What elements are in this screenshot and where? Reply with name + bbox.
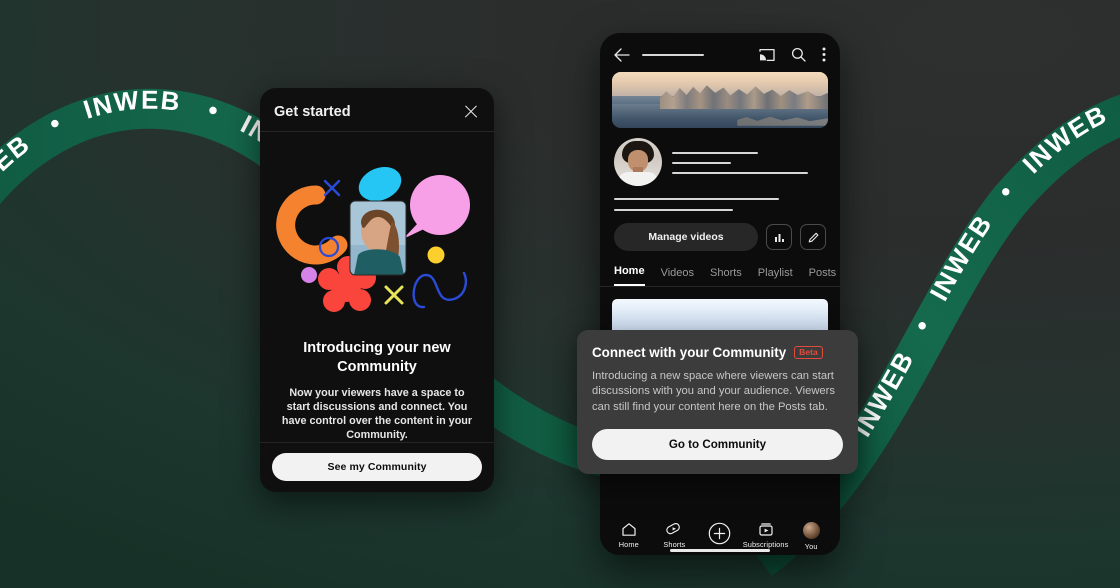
cyan-blob-shape bbox=[358, 167, 402, 201]
ribbon-word: INWEB bbox=[924, 209, 999, 306]
blue-x-shape bbox=[323, 179, 341, 197]
go-to-community-button[interactable]: Go to Community bbox=[592, 429, 843, 461]
nav-label-home: Home bbox=[618, 540, 639, 549]
nav-label-you: You bbox=[804, 542, 818, 551]
screenshot-stage: • INWEB • INWEB • INWEB • INWEB INWEB • … bbox=[0, 0, 1120, 588]
community-callout-card: Connect with your Community Beta Introdu… bbox=[577, 330, 858, 475]
subscriptions-icon bbox=[758, 523, 773, 536]
tab-playlist[interactable]: Playlist bbox=[758, 267, 793, 286]
yellow-x-shape bbox=[384, 285, 404, 305]
close-icon[interactable] bbox=[462, 103, 480, 121]
manage-videos-button[interactable]: Manage videos bbox=[614, 223, 758, 251]
tab-posts[interactable]: Posts bbox=[809, 267, 837, 286]
avatar-shirt bbox=[618, 172, 658, 186]
yellow-dot-shape bbox=[427, 246, 445, 264]
ribbon-sep: • bbox=[204, 94, 223, 126]
ribbon-sep: • bbox=[991, 177, 1021, 205]
tab-videos[interactable]: Videos bbox=[661, 267, 694, 286]
meta-line bbox=[672, 162, 731, 164]
nav-label-subscriptions: Subscriptions bbox=[742, 540, 789, 549]
youtube-phone-mockup: Manage videos Home Videos Shorts Playlis… bbox=[600, 33, 840, 555]
phone-topbar bbox=[600, 33, 840, 72]
nav-item-shorts[interactable]: Shorts bbox=[652, 522, 698, 549]
meta-line bbox=[672, 152, 759, 154]
see-my-community-button[interactable]: See my Community bbox=[272, 453, 482, 481]
sheet-title: Get started bbox=[274, 104, 351, 120]
creator-photo bbox=[350, 201, 406, 275]
channel-meta-placeholders bbox=[672, 150, 826, 174]
nav-item-subscriptions[interactable]: Subscriptions bbox=[743, 522, 789, 549]
create-plus-icon bbox=[709, 522, 731, 545]
sheet-header: Get started bbox=[260, 95, 494, 132]
callout-body-text: Introducing a new space where viewers ca… bbox=[592, 370, 835, 413]
nav-item-you[interactable]: You bbox=[788, 522, 834, 551]
search-icon[interactable] bbox=[791, 47, 806, 62]
more-vertical-icon[interactable] bbox=[822, 47, 826, 62]
nav-label-shorts: Shorts bbox=[663, 540, 686, 549]
meta-line bbox=[672, 172, 808, 174]
analytics-bar-chart-icon[interactable] bbox=[766, 224, 792, 250]
channel-banner bbox=[612, 72, 828, 128]
channel-avatar[interactable] bbox=[614, 138, 662, 186]
you-avatar-icon bbox=[802, 522, 820, 539]
get-started-bottom-sheet: Get started Introducing your new Communi… bbox=[260, 88, 494, 492]
ribbon-sep: • bbox=[906, 313, 937, 337]
ribbon-word: INWEB bbox=[1016, 99, 1112, 179]
sheet-body-text: Now your viewers have a space to start d… bbox=[281, 387, 473, 441]
ribbon-sep: • bbox=[44, 107, 67, 139]
pencil-edit-icon[interactable] bbox=[800, 224, 826, 250]
desc-line bbox=[614, 198, 780, 200]
nav-item-create[interactable] bbox=[697, 522, 743, 548]
ribbon-word: INWEB bbox=[0, 128, 36, 218]
tab-shorts[interactable]: Shorts bbox=[710, 267, 742, 286]
illustration-area bbox=[260, 132, 494, 337]
orange-arc-shape bbox=[276, 185, 348, 265]
sheet-footer: See my Community bbox=[260, 442, 494, 492]
shorts-icon bbox=[666, 523, 681, 535]
desc-line bbox=[614, 209, 733, 211]
tab-home[interactable]: Home bbox=[614, 265, 645, 286]
channel-actions-row: Manage videos bbox=[600, 211, 840, 251]
cast-icon[interactable] bbox=[759, 48, 775, 62]
channel-profile-row bbox=[600, 128, 840, 186]
community-illustration bbox=[276, 167, 470, 312]
callout-header: Connect with your Community Beta bbox=[592, 345, 843, 360]
callout-title: Connect with your Community bbox=[592, 345, 787, 360]
nav-item-home[interactable]: Home bbox=[606, 522, 652, 549]
beta-badge: Beta bbox=[794, 345, 823, 360]
back-arrow-icon[interactable] bbox=[614, 47, 630, 62]
sheet-copy: Introducing your new Community Now your … bbox=[260, 337, 494, 442]
home-icon bbox=[622, 523, 636, 536]
channel-tabs: Home Videos Shorts Playlist Posts bbox=[600, 251, 840, 287]
inweb-ribbon-decoration: • INWEB • INWEB • INWEB • INWEB INWEB • … bbox=[0, 0, 1120, 588]
sheet-heading: Introducing your new Community bbox=[303, 340, 451, 375]
bottom-navigation-bar: Home Shorts Subscriptions You bbox=[600, 515, 840, 555]
ribbon-word: INWEB bbox=[80, 85, 183, 125]
channel-description-placeholders bbox=[600, 186, 840, 211]
purple-dot-shape bbox=[301, 267, 317, 283]
gesture-home-bar bbox=[670, 549, 770, 552]
blue-squiggle-shape bbox=[412, 271, 468, 309]
channel-title-placeholder bbox=[642, 53, 704, 56]
